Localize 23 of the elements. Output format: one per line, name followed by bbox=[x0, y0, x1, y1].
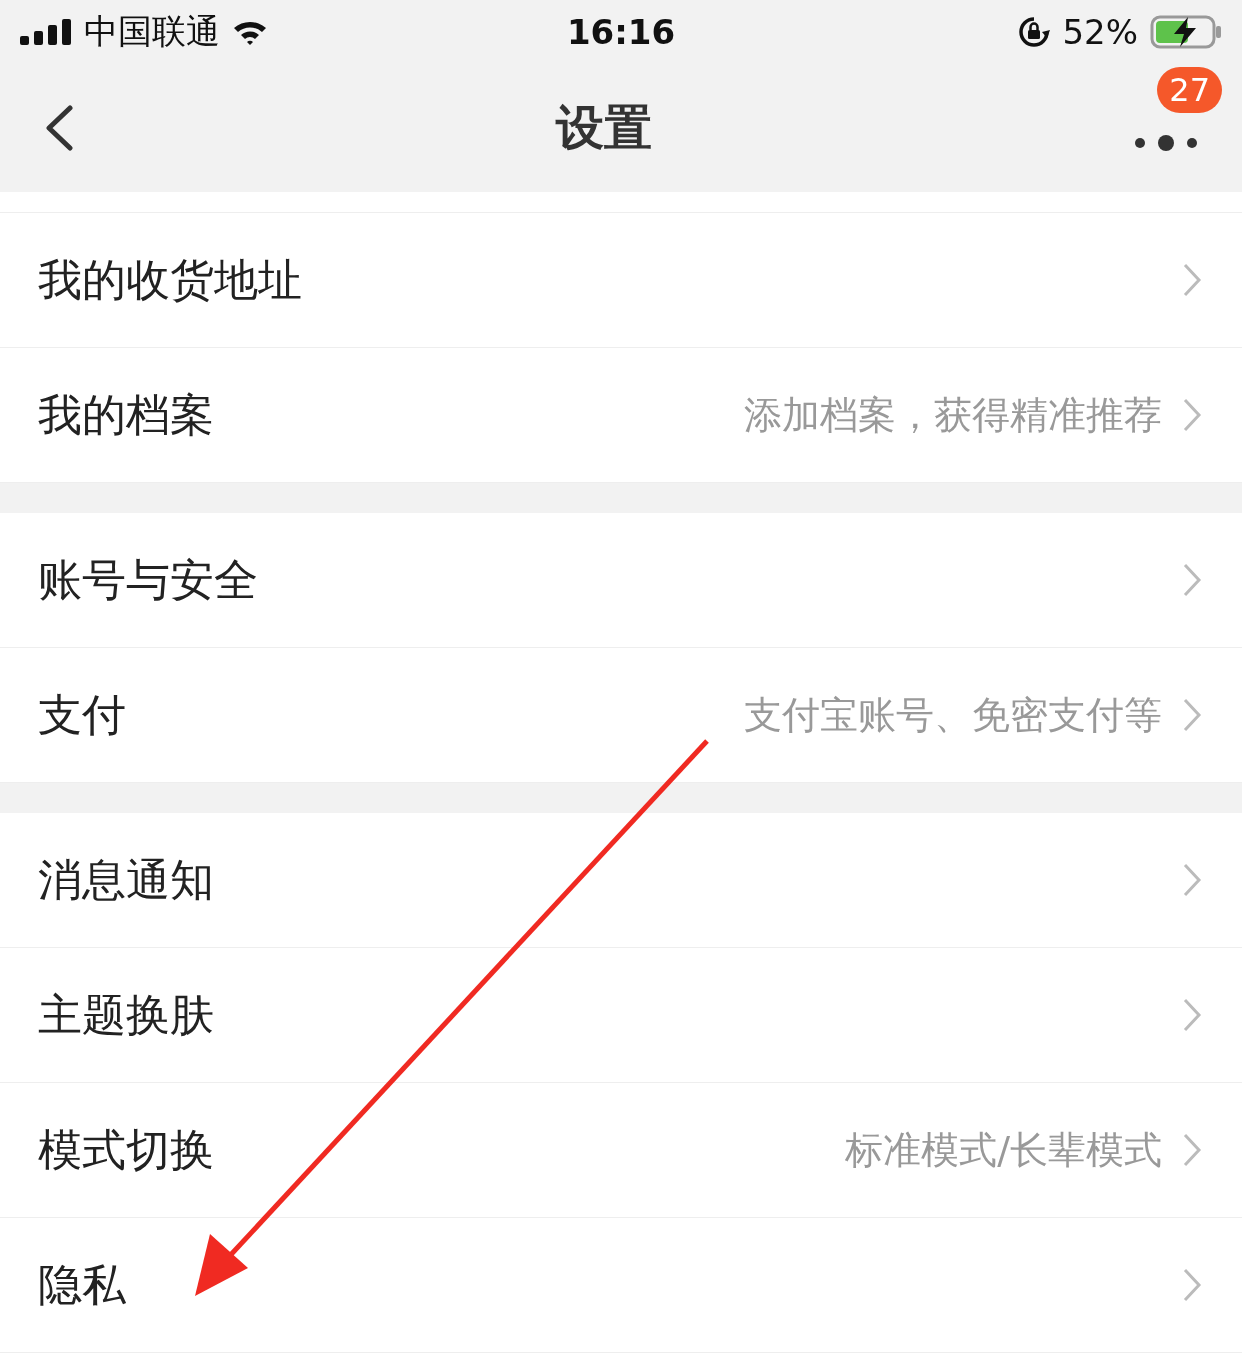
more-icon[interactable] bbox=[1134, 135, 1198, 151]
battery-percent: 52% bbox=[1062, 12, 1138, 52]
back-icon[interactable] bbox=[44, 105, 74, 151]
chevron-icon bbox=[1182, 862, 1202, 898]
chevron-icon bbox=[1182, 562, 1202, 598]
settings-row[interactable]: 主题换肤 bbox=[0, 948, 1242, 1083]
chevron-icon bbox=[1182, 262, 1202, 298]
battery-charging-icon bbox=[1150, 15, 1222, 49]
settings-row[interactable]: 我的收货地址 bbox=[0, 213, 1242, 348]
carrier-name: 中国联通 bbox=[84, 10, 220, 53]
signal-icon bbox=[20, 19, 72, 45]
chevron-icon bbox=[1182, 1267, 1202, 1303]
settings-row[interactable]: 模式切换 标准模式/长辈模式 bbox=[0, 1083, 1242, 1218]
rotation-lock-icon bbox=[1018, 16, 1051, 48]
status-time: 16:16 bbox=[566, 12, 676, 52]
settings-row[interactable]: 账号与安全 bbox=[0, 513, 1242, 648]
chevron-icon bbox=[1182, 397, 1202, 433]
chevron-icon bbox=[1182, 697, 1202, 733]
notification-badge: 27 bbox=[1157, 67, 1222, 113]
settings-row[interactable]: 消息通知 bbox=[0, 813, 1242, 948]
page-title: 设置 bbox=[556, 98, 652, 157]
chevron-icon bbox=[1182, 1132, 1202, 1168]
chevron-icon bbox=[1182, 997, 1202, 1033]
